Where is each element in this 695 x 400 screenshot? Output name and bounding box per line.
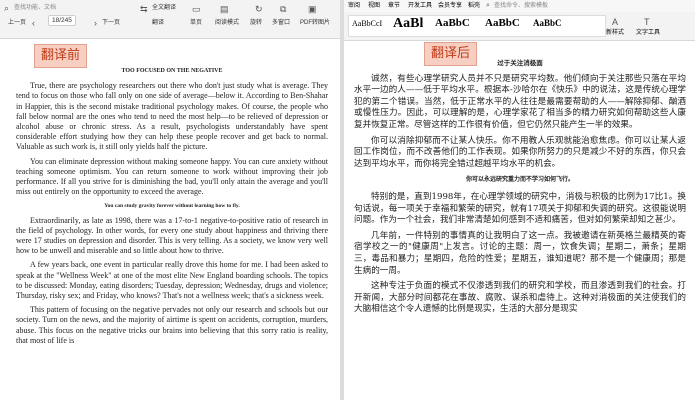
single-page-button[interactable]: 单页 [190, 19, 202, 27]
next-page-button[interactable]: 下一页 [102, 19, 120, 27]
paragraph: 你可以消除抑郁而不让某人快乐。你不用教人乐观就能治愈焦虑。你可以让某人返回工作岗… [354, 135, 686, 169]
style-normal[interactable]: AaBbCcI [352, 19, 382, 28]
search-input[interactable]: 查找功能、文档 [14, 4, 56, 12]
style-heading1[interactable]: AaBl [393, 16, 423, 32]
pdf-image-icon[interactable]: ▣ [308, 4, 317, 14]
fulltext-translate-button[interactable]: 全文翻译 [152, 4, 176, 12]
section-heading: TOO FOCUSED ON THE NEGATIVE [121, 68, 223, 74]
translate-button[interactable]: 翻译 [152, 19, 164, 27]
pdf-toolbar: ⌕ 查找功能、文档 上一页 ‹ 18/245 › 下一页 ⇆ 全文翻译 翻译 ▭… [0, 0, 340, 39]
original-document-pane: ⌕ 查找功能、文档 上一页 ‹ 18/245 › 下一页 ⇆ 全文翻译 翻译 ▭… [0, 0, 340, 400]
page-indicator[interactable]: 18/245 [48, 15, 76, 26]
paragraph: 特别的是，直到1998年，在心理学领域的研究中，消极与积极的比例为17比1。换句… [354, 191, 686, 226]
menu-docer[interactable]: 稻壳 [468, 2, 480, 10]
menu-devtools[interactable]: 开发工具 [408, 2, 432, 10]
book-icon[interactable]: ▤ [220, 4, 229, 14]
rotate-icon[interactable]: ↻ [255, 4, 263, 14]
paragraph: True, there are psychology researchers o… [16, 81, 328, 152]
translated-document-pane: 审阅 视图 章节 开发工具 会员专享 稻壳 ⌕ 查找命令、搜索模板 AaBbCc… [344, 0, 695, 400]
multi-window-icon[interactable]: ⧉ [280, 4, 286, 14]
command-search-input[interactable]: 查找命令、搜索模板 [494, 2, 548, 10]
style-heading3[interactable]: AaBbC [485, 17, 520, 29]
text-tools-button[interactable]: 文字工具 [636, 29, 660, 37]
search-icon[interactable]: ⌕ [4, 3, 9, 13]
page-icon[interactable]: ▭ [192, 4, 201, 14]
menu-chapter[interactable]: 章节 [388, 2, 400, 10]
paragraph: 诚然，有些心理学研究人员并不只是研究平均数。他们倾向于关注那些只落在平均水平一边… [354, 73, 686, 130]
style-heading2[interactable]: AaBbC [435, 17, 470, 29]
pull-quote: You can study gravity forever without le… [104, 203, 240, 210]
menu-member[interactable]: 会员专享 [438, 2, 462, 10]
translated-document-body: 过于关注消极面 诚然，有些心理学研究人员并不只是研究平均数。他们倾向于关注那些只… [354, 58, 686, 320]
read-mode-button[interactable]: 阅读模式 [215, 19, 239, 27]
paragraph: Extraordinarily, as late as 1998, there … [16, 215, 328, 256]
search-icon[interactable]: ⌕ [486, 1, 490, 11]
new-style-button[interactable]: 新样式 [606, 29, 624, 37]
pull-quote: 你可以永远研究重力而不学习如何飞行。 [465, 176, 574, 184]
before-translation-label: 翻译前 [34, 44, 88, 68]
page-up-icon[interactable]: ‹ [32, 18, 35, 28]
translate-icon[interactable]: ⇆ [140, 4, 148, 14]
section-heading: 过于关注消极面 [497, 59, 543, 67]
paragraph: A few years back, one event in particula… [16, 260, 328, 301]
paragraph: 这种专注于负面的模式不仅渗透到我们的研究和学校，而且渗透到我们的社会。打开新闻，… [354, 281, 686, 315]
style-gallery[interactable]: AaBbCcI AaBl AaBbC AaBbC AaBbC [348, 15, 606, 37]
text-tools-icon[interactable]: T [644, 17, 650, 27]
original-document-body: TOO FOCUSED ON THE NEGATIVE True, there … [16, 66, 328, 350]
menu-review[interactable]: 审阅 [348, 2, 360, 10]
new-style-icon[interactable]: A [612, 17, 618, 27]
pdf-to-image-button[interactable]: PDF转图片 [300, 19, 330, 27]
multi-window-button[interactable]: 多窗口 [272, 19, 290, 27]
page-down-icon[interactable]: › [94, 18, 97, 28]
prev-page-button[interactable]: 上一页 [8, 19, 26, 27]
styles-ribbon: AaBbCcI AaBl AaBbC AaBbC AaBbC A 新样式 T 文… [344, 12, 695, 41]
paragraph: 几年前，一件特别的事情真的让我明白了这一点。我被邀请在新英格兰最精英的寄宿学校之… [354, 230, 686, 276]
rotate-button[interactable]: 旋转 [250, 19, 262, 27]
menu-view[interactable]: 视图 [368, 2, 380, 10]
paragraph: This pattern of focusing on the negative… [16, 305, 328, 345]
paragraph: You can eliminate depression without mak… [16, 156, 328, 197]
style-heading4[interactable]: AaBbC [533, 18, 562, 28]
